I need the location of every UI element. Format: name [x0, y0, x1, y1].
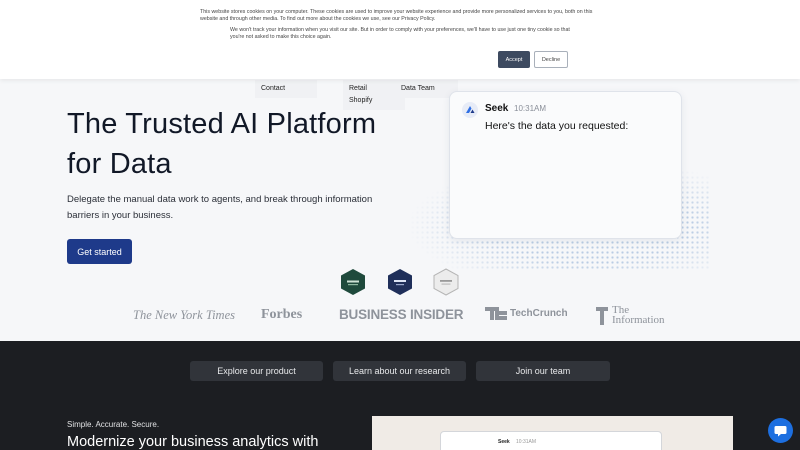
the-information-line2: Information: [612, 313, 665, 326]
join-team-button[interactable]: Join our team: [476, 361, 610, 381]
cookie-text: This website stores cookies on your comp…: [200, 9, 593, 23]
seek-logo-icon: [462, 102, 478, 118]
product-preview: Seek 10:31AM: [372, 416, 733, 450]
g2-award-badge-icon: [339, 268, 367, 296]
chat-sender-name: Seek: [485, 103, 509, 114]
get-started-button[interactable]: Get started: [67, 239, 132, 264]
decline-cookies-button[interactable]: Decline: [534, 51, 568, 68]
forbes-logo: Forbes: [261, 307, 303, 322]
the-information-logo: The Information: [596, 305, 665, 326]
preview-chat-card: Seek 10:31AM: [440, 431, 662, 450]
the-information-mark-icon: [596, 306, 608, 325]
chat-timestamp: 10:31AM: [514, 104, 547, 113]
gartner-badge-icon: [386, 268, 414, 296]
cookie-banner: This website stores cookies on your comp…: [0, 0, 800, 79]
techcrunch-wordmark: TechCrunch: [510, 308, 568, 319]
accept-cookies-button[interactable]: Accept: [498, 51, 530, 68]
dark-section: Explore our product Learn about our rese…: [0, 341, 800, 450]
hero-title: The Trusted AI Platform for Data: [67, 104, 376, 184]
techcrunch-logo: TechCrunch: [485, 307, 568, 320]
award-badge-icon: [432, 268, 460, 296]
the-information-wordmark: The Information: [612, 305, 665, 326]
explore-product-button[interactable]: Explore our product: [190, 361, 323, 381]
chat-message: Here's the data you requested:: [485, 120, 629, 132]
business-insider-logo: BUSINESS INSIDER: [339, 307, 464, 322]
section-title: Modernize your business analytics with: [67, 434, 319, 450]
chat-help-button[interactable]: [768, 418, 793, 443]
nav-item-retail[interactable]: Retail: [349, 85, 367, 92]
nav-item-shopify[interactable]: Shopify: [349, 97, 372, 104]
chat-preview-card: Seek 10:31AM Here's the data you request…: [449, 91, 682, 239]
learn-research-button[interactable]: Learn about our research: [333, 361, 466, 381]
section-kicker: Simple. Accurate. Secure.: [67, 420, 160, 429]
nav-item-contact[interactable]: Contact: [261, 85, 285, 92]
nyt-logo: The New York Times: [133, 308, 235, 322]
techcrunch-mark-icon: [485, 307, 507, 320]
hero-subtitle: Delegate the manual data work to agents,…: [67, 194, 373, 221]
preview-timestamp: 10:31AM: [516, 439, 537, 445]
preview-sender-name: Seek: [498, 439, 510, 445]
chat-bubble-icon: [774, 426, 787, 437]
cookie-text-secondary: We won't track your information when you…: [230, 27, 570, 41]
hero-title-line1: The Trusted AI Platform: [67, 108, 377, 140]
nav-item-data-team[interactable]: Data Team: [401, 85, 435, 92]
nav-dropdown-company: Contact: [255, 80, 317, 98]
hero-title-line2: for Data: [67, 148, 172, 180]
